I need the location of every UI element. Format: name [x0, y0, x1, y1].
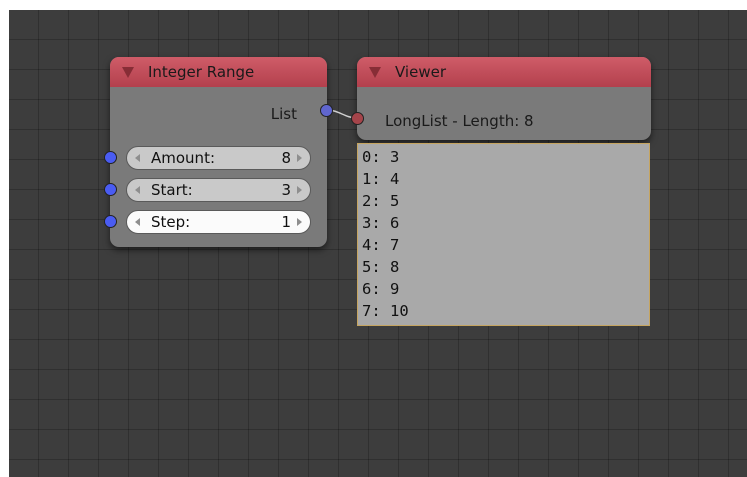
- decrement-arrow-icon[interactable]: [135, 154, 140, 162]
- amount-label: Amount:: [151, 149, 215, 167]
- collapse-triangle-icon[interactable]: [122, 66, 134, 78]
- viewer-line: 6: 9: [362, 280, 400, 298]
- viewer-text-panel: 0: 3 1: 4 2: 5 3: 6 4: 7 5: 8 6: 9 7: 10: [357, 143, 650, 326]
- step-label: Step:: [151, 213, 191, 231]
- viewer-node-header[interactable]: Viewer: [357, 57, 651, 87]
- start-input-socket[interactable]: [104, 183, 117, 196]
- node-editor-canvas[interactable]: Integer Range List Amount: 8 Start: 3 St…: [9, 10, 747, 477]
- start-label: Start:: [151, 181, 193, 199]
- increment-arrow-icon[interactable]: [297, 154, 302, 162]
- start-field[interactable]: Start: 3: [126, 178, 311, 202]
- integer-range-node-header[interactable]: Integer Range: [110, 57, 327, 87]
- step-value: 1: [281, 213, 291, 231]
- viewer-line: 5: 8: [362, 258, 400, 276]
- integer-range-node-title: Integer Range: [148, 63, 255, 81]
- list-output-label: List: [270, 105, 297, 123]
- step-field[interactable]: Step: 1: [126, 210, 311, 234]
- amount-value: 8: [281, 149, 291, 167]
- viewer-line: 1: 4: [362, 170, 400, 188]
- viewer-line: 0: 3: [362, 148, 400, 166]
- viewer-input-label: LongList - Length: 8: [385, 112, 534, 130]
- start-value: 3: [281, 181, 291, 199]
- viewer-line: 7: 10: [362, 302, 409, 320]
- amount-input-socket[interactable]: [104, 151, 117, 164]
- viewer-node-title: Viewer: [395, 63, 446, 81]
- increment-arrow-icon[interactable]: [297, 186, 302, 194]
- viewer-node[interactable]: Viewer LongList - Length: 8: [351, 57, 651, 140]
- collapse-triangle-icon[interactable]: [369, 66, 381, 78]
- step-input-socket[interactable]: [104, 215, 117, 228]
- increment-arrow-icon[interactable]: [297, 218, 302, 226]
- viewer-input-socket[interactable]: [351, 112, 364, 125]
- integer-range-node[interactable]: Integer Range List Amount: 8 Start: 3 St…: [104, 57, 333, 247]
- decrement-arrow-icon[interactable]: [135, 218, 140, 226]
- amount-field[interactable]: Amount: 8: [126, 146, 311, 170]
- viewer-line: 4: 7: [362, 236, 400, 254]
- viewer-line: 2: 5: [362, 192, 400, 210]
- viewer-line: 3: 6: [362, 214, 400, 232]
- decrement-arrow-icon[interactable]: [135, 186, 140, 194]
- list-output-socket[interactable]: [320, 104, 333, 117]
